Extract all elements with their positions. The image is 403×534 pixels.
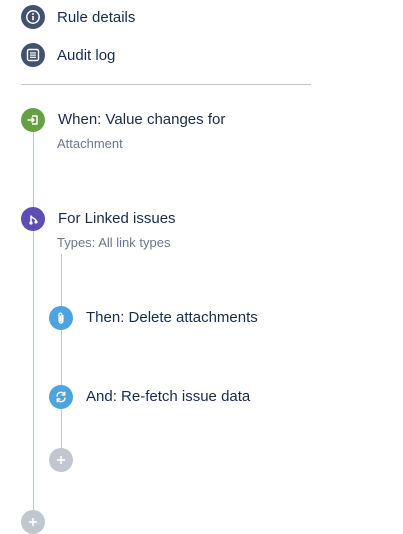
trigger-title[interactable]: When: Value changes for	[58, 111, 225, 128]
main-connector-line	[33, 132, 34, 516]
paperclip-icon[interactable]	[49, 306, 73, 330]
refresh-icon[interactable]	[49, 385, 73, 409]
nav-audit-log-label: Audit log	[57, 46, 116, 64]
info-icon	[21, 5, 45, 29]
branch-icon[interactable]	[21, 207, 45, 231]
branch-title[interactable]: For Linked issues	[58, 210, 176, 227]
nav-audit-log[interactable]: Audit log	[21, 42, 115, 68]
action-delete-attachments[interactable]: Then: Delete attachments	[86, 309, 258, 326]
branch-connector-line	[61, 254, 62, 460]
add-component-button[interactable]	[21, 510, 45, 534]
trigger-subtitle: Attachment	[57, 136, 123, 151]
divider	[21, 84, 311, 85]
list-icon	[21, 43, 45, 67]
nav-rule-details-label: Rule details	[57, 8, 136, 26]
add-branch-component-button[interactable]	[49, 448, 73, 472]
nav-rule-details[interactable]: Rule details	[21, 4, 135, 30]
action-refetch-issue-data[interactable]: And: Re-fetch issue data	[86, 388, 250, 405]
plus-icon	[57, 456, 65, 464]
branch-subtitle: Types: All link types	[57, 235, 171, 250]
trigger-icon[interactable]	[21, 108, 45, 132]
plus-icon	[29, 518, 37, 526]
